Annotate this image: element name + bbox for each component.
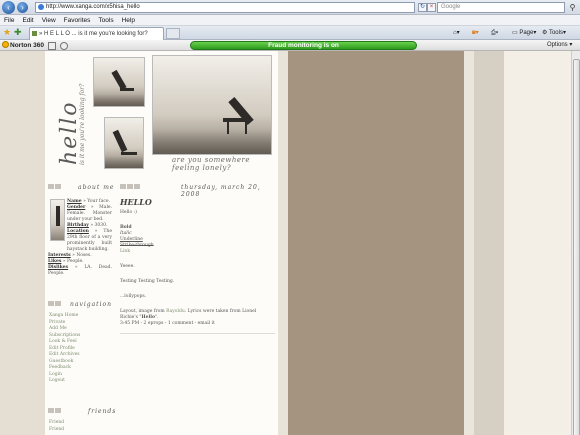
stripe [474,51,504,435]
menu-bar: File Edit View Favorites Tools Help [0,15,580,26]
blog-post: HELLO Hello :) Bold Italic Underline Str… [120,197,275,334]
vertical-scrollbar[interactable] [571,51,580,435]
tab-bar: ★ ✚ » H E L L O ... is it me you're look… [0,26,580,40]
norton-options-button[interactable]: Options ▾ [547,40,572,51]
header-title: hello is it me you're looking for? [49,55,89,170]
brown-column [288,51,464,435]
tools-menu-button[interactable]: ⚙ Tools▾ [542,27,566,39]
blog-content: hello is it me you're looking for? are y… [45,51,278,435]
search-icon[interactable]: ⚲ [567,2,578,13]
header-photo-main [152,55,272,155]
friends-list: Friend Friend [49,420,109,433]
page-menu-button[interactable]: ▭ Page▾ [512,27,536,39]
forward-arrow-icon[interactable]: › [17,2,28,13]
post-greeting: Hello :) [120,210,137,215]
stop-icon[interactable]: × [427,3,436,12]
web-page: hello is it me you're looking for? are y… [0,51,580,435]
header-photo-small [93,57,145,107]
favorites-star-icon[interactable]: ★ [3,28,12,37]
credit-source-link[interactable]: Rayoldu [166,309,185,314]
post-divider [120,333,275,334]
post-date: thursday, march 20, 2008 [181,184,261,198]
menu-file[interactable]: File [0,15,18,26]
back-arrow-icon[interactable]: ‹ [2,1,15,14]
new-tab-button[interactable] [166,28,180,39]
nav-link-logout[interactable]: Logout [49,378,109,385]
norton-brand: Norton 360 [2,41,44,50]
about-heading: about me [48,184,116,192]
post-text: ...lollypops. [120,294,147,299]
silhouette-figure [112,129,128,153]
norton-toolbar: Norton 360 Fraud monitoring is on Option… [0,40,580,51]
post-text: Testing Testing Testing. [120,279,175,284]
add-favorite-icon[interactable]: ✚ [14,28,23,37]
home-icon[interactable]: ⌂▾ [453,27,460,39]
menu-edit[interactable]: Edit [18,15,37,26]
fraud-monitoring-status[interactable]: Fraud monitoring is on [190,41,417,50]
stripe [278,51,288,435]
tab-active[interactable]: » H E L L O ... is it me you're looking … [29,27,164,40]
scrollbar-thumb[interactable] [573,59,580,435]
about-text: Name » Your face. Gender » Male. Female.… [48,199,112,276]
friend-link[interactable]: Friend [49,427,109,434]
menu-help[interactable]: Help [118,15,139,26]
right-stripe [504,51,571,435]
tab-favicon-icon [32,31,37,36]
header-photo-side [104,117,144,169]
left-stripe [0,51,45,435]
norton-globe-icon[interactable] [60,42,68,50]
menu-tools[interactable]: Tools [94,15,117,26]
post-footer[interactable]: 3:45 PM - 2 eprops - 1 comment - email i… [120,321,275,327]
header-caption: are you somewhere feeling lonely? [172,156,251,172]
norton-card-icon[interactable] [48,42,56,50]
print-icon[interactable]: ⎙▾ [491,27,498,39]
stripe [464,51,474,435]
address-input[interactable]: http://www.xanga.com/x5hisa_hello [35,2,415,13]
header-subtitle: is it me you're looking for? [79,83,86,165]
date-heading: thursday, march 20, 2008 [120,184,275,198]
address-bar-row: ‹ › http://www.xanga.com/x5hisa_hello ↻ … [0,0,580,15]
navigation-list: Xanga Home Private Add Me Subscriptions … [49,313,109,385]
post-title: HELLO [120,197,152,207]
post-credit: Layout, image from Rayoldu. Lyrics were … [120,309,257,320]
ie-page-icon [38,4,44,10]
chair-shape [120,88,134,91]
search-input[interactable]: Google [437,2,565,13]
norton-logo-icon [2,41,9,48]
post-text: Yeeee. [120,264,135,269]
menu-favorites[interactable]: Favorites [60,15,95,26]
url-text: http://www.xanga.com/x5hisa_hello [46,4,140,10]
navigation-heading: navigation [48,301,116,309]
post-link[interactable]: Link [120,249,275,255]
feeds-icon[interactable]: ◙▾ [472,27,479,39]
friends-heading: friends [48,408,116,416]
refresh-icon[interactable]: ↻ [418,3,427,12]
menu-view[interactable]: View [38,15,60,26]
